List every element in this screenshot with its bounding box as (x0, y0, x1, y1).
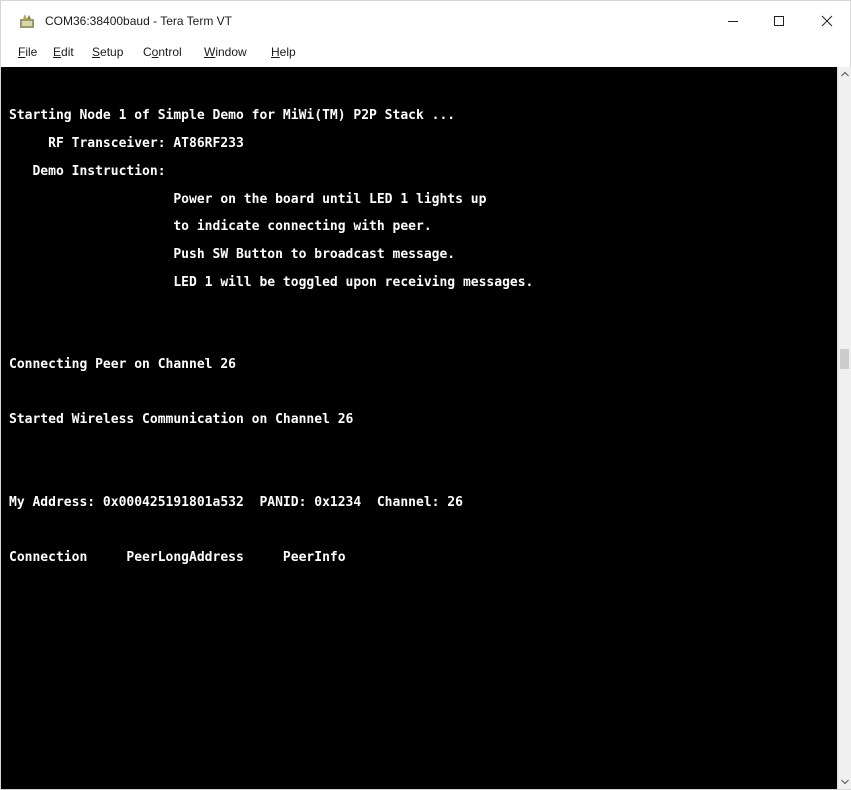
maximize-button[interactable] (756, 1, 802, 41)
scroll-down-button[interactable] (838, 775, 851, 789)
terminal-line: My Address: 0x000425191801a532 PANID: 0x… (9, 495, 463, 510)
close-button[interactable] (804, 1, 850, 41)
chevron-up-icon (840, 71, 849, 77)
terminal-line: Connection PeerLongAddress PeerInfo (9, 550, 346, 565)
minimize-icon (728, 21, 738, 22)
window-title: COM36:38400baud - Tera Term VT (45, 14, 232, 28)
terminal-line: RF Transceiver: AT86RF233 (9, 136, 244, 151)
vertical-scrollbar[interactable] (837, 67, 851, 789)
terminal-line: Started Wireless Communication on Channe… (9, 412, 354, 427)
scroll-up-button[interactable] (838, 67, 851, 81)
menu-setup[interactable]: Setup (92, 45, 123, 59)
terminal-line: Push SW Button to broadcast message. (9, 247, 456, 262)
menu-control[interactable]: Control (143, 45, 182, 59)
terminal-screen[interactable]: Starting Node 1 of Simple Demo for MiWi(… (1, 67, 837, 789)
tera-term-icon (20, 14, 34, 28)
chevron-down-icon (840, 779, 849, 785)
menu-bar: File Edit Setup Control Window Help (1, 41, 850, 65)
terminal-line: Demo Instruction: (9, 164, 166, 179)
minimize-button[interactable] (710, 1, 756, 41)
terminal-line: Starting Node 1 of Simple Demo for MiWi(… (9, 108, 456, 123)
title-bar[interactable]: COM36:38400baud - Tera Term VT (1, 1, 850, 41)
maximize-icon (774, 16, 784, 26)
terminal-line: to indicate connecting with peer. (9, 219, 432, 234)
tera-term-window: COM36:38400baud - Tera Term VT File Edit… (0, 0, 851, 790)
menu-edit[interactable]: Edit (53, 45, 74, 59)
close-icon (821, 15, 833, 27)
terminal-line: Power on the board until LED 1 lights up (9, 192, 487, 207)
menu-file[interactable]: File (18, 45, 37, 59)
menu-window[interactable]: Window (204, 45, 247, 59)
terminal-line: Connecting Peer on Channel 26 (9, 357, 236, 372)
menu-help[interactable]: Help (271, 45, 296, 59)
terminal-line: LED 1 will be toggled upon receiving mes… (9, 275, 534, 290)
scroll-thumb[interactable] (840, 349, 849, 369)
